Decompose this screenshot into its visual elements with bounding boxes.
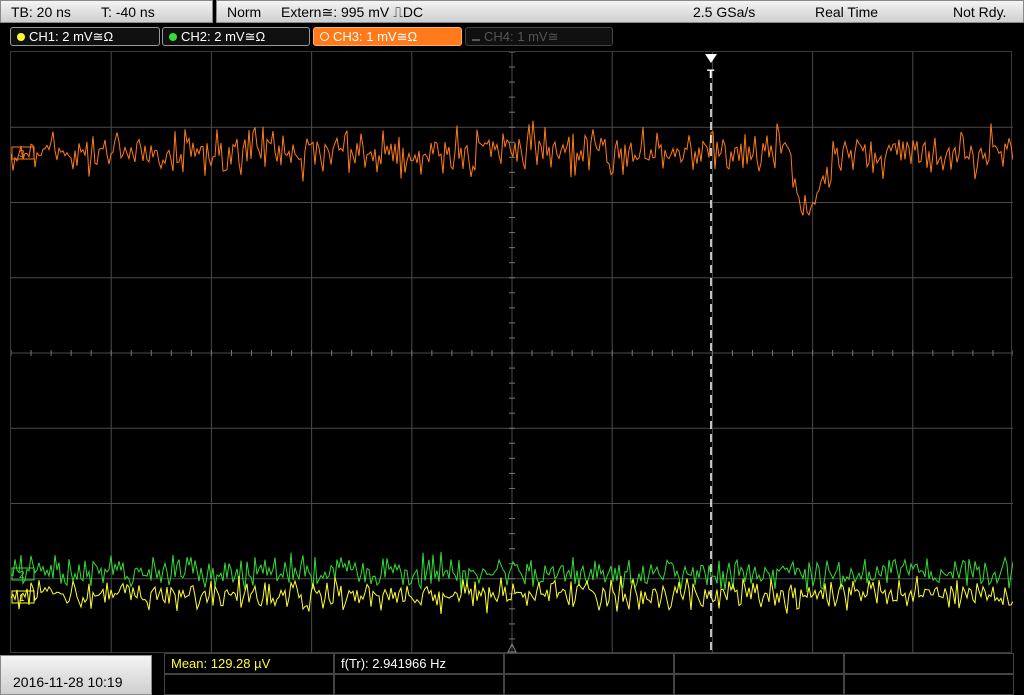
channel-tab-ch4[interactable]: CH4: 1 mV≅ [465,27,613,46]
ch3-label: CH3: 1 mV≅Ω [333,29,418,44]
sample-rate[interactable]: 2.5 GSa/s [693,1,755,23]
datetime: 2016-11-28 10:19 [13,674,123,690]
ch2-indicator-icon [169,33,177,41]
measurement-slot-10[interactable] [844,674,1014,695]
ch2-label: CH2: 2 mV≅Ω [181,29,266,44]
ch4-label: CH4: 1 mV≅ [484,29,559,44]
status-bar: TB: 20 ns T: -40 ns Norm Extern≅: 995 mV… [0,0,1024,24]
measurement-slot-6[interactable] [164,674,334,695]
acquisition-mode[interactable]: Real Time [815,1,878,23]
trigger-position[interactable]: T: -40 ns [101,1,155,23]
ch3-indicator-icon [320,32,329,41]
trigger-label: T [707,67,715,81]
trigger-source[interactable]: Extern≅: 995 mV ⎍DC [281,1,423,23]
ch3-level-marker: 3 [19,149,25,160]
measurement-frequency[interactable]: f(Tr): 2.941966 Hz [334,653,504,674]
waveform-canvas[interactable]: T 3 2 1 [11,52,1013,654]
channel-tab-ch1[interactable]: CH1: 2 mV≅Ω [10,27,160,46]
measurement-slot-9[interactable] [674,674,844,695]
bottom-bar: 2016-11-28 10:19 Mean: 129.28 µV f(Tr): … [0,653,1024,695]
trigger-arrow-icon [705,54,717,63]
trigger-mode[interactable]: Norm [227,1,261,23]
measurement-slot-5[interactable] [844,653,1014,674]
channel-tab-ch2[interactable]: CH2: 2 mV≅Ω [162,27,310,46]
measurement-slot-4[interactable] [674,653,844,674]
frequency-value: f(Tr): 2.941966 Hz [341,656,447,671]
acquisition-status[interactable]: Norm Extern≅: 995 mV ⎍DC 2.5 GSa/s Real … [216,0,1024,23]
timebase-value[interactable]: TB: 20 ns [11,1,71,23]
ch1-label: CH1: 2 mV≅Ω [29,29,114,44]
run-state[interactable]: Not Rdy. [953,1,1006,23]
mean-value: Mean: 129.28 µV [171,656,271,671]
channel-tab-ch3[interactable]: CH3: 1 mV≅Ω [313,27,462,46]
timebase-box[interactable]: TB: 20 ns T: -40 ns [0,0,213,23]
waveform-display[interactable]: T 3 2 1 [10,51,1013,654]
ch1-indicator-icon [17,33,25,41]
ch1-level-marker: 1 [19,593,25,604]
ch4-indicator-icon [472,39,480,41]
measurement-slot-3[interactable] [504,653,674,674]
ch2-level-marker: 2 [19,570,25,581]
channel-bar: CH1: 2 mV≅Ω CH2: 2 mV≅Ω CH3: 1 mV≅Ω CH4:… [0,24,1024,50]
measurement-slot-8[interactable] [504,674,674,695]
datetime-box: 2016-11-28 10:19 [0,655,152,695]
measurement-mean[interactable]: Mean: 129.28 µV [164,653,334,674]
measurement-slot-7[interactable] [334,674,504,695]
